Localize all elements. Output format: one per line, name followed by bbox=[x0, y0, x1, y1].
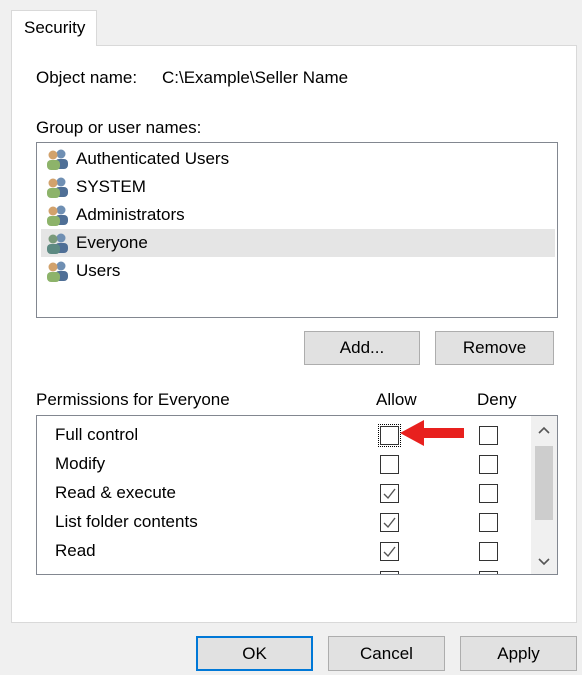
scrollbar-thumb[interactable] bbox=[535, 446, 553, 520]
next-row-deny-checkbox-partial bbox=[479, 571, 498, 574]
remove-button[interactable]: Remove bbox=[435, 331, 554, 365]
cancel-button[interactable]: Cancel bbox=[328, 636, 445, 671]
allow-column-header: Allow bbox=[376, 390, 417, 409]
next-row-allow-checkbox-partial bbox=[380, 571, 399, 574]
users-icon bbox=[44, 204, 72, 226]
full-control-deny-checkbox[interactable] bbox=[479, 426, 498, 445]
list-item-label: Authenticated Users bbox=[76, 149, 230, 168]
ok-button[interactable]: OK bbox=[196, 636, 313, 671]
deny-column-header: Deny bbox=[477, 390, 517, 409]
chevron-down-icon[interactable] bbox=[537, 554, 551, 568]
list-folder-contents-allow-checkbox[interactable] bbox=[380, 513, 399, 532]
chevron-up-icon[interactable] bbox=[537, 424, 551, 438]
red-arrow-annotation-icon bbox=[400, 420, 464, 446]
permission-label: Read & execute bbox=[55, 483, 176, 502]
tab-security-label: Security bbox=[24, 18, 86, 37]
users-icon bbox=[44, 232, 72, 254]
permission-label: List folder contents bbox=[55, 512, 198, 531]
full-control-allow-checkbox[interactable] bbox=[378, 424, 401, 447]
users-icon bbox=[44, 260, 72, 282]
list-item-everyone[interactable]: Everyone bbox=[41, 229, 555, 257]
read-deny-checkbox[interactable] bbox=[479, 542, 498, 561]
permission-label: Read bbox=[55, 541, 96, 560]
permission-row-modify: Modify bbox=[37, 450, 527, 479]
tab-security[interactable]: Security bbox=[11, 10, 97, 46]
group-user-listbox[interactable]: Authenticated Users SYSTEM Administrator… bbox=[36, 142, 558, 318]
modify-deny-checkbox[interactable] bbox=[479, 455, 498, 474]
list-item-users[interactable]: Users bbox=[41, 257, 555, 285]
permission-label: Full control bbox=[55, 425, 139, 444]
permission-row-read: Read bbox=[37, 537, 527, 566]
object-name-label: Object name: bbox=[36, 68, 138, 87]
add-button[interactable]: Add... bbox=[304, 331, 420, 365]
read-allow-checkbox[interactable] bbox=[380, 542, 399, 561]
read-execute-deny-checkbox[interactable] bbox=[479, 484, 498, 503]
group-list-label: Group or user names: bbox=[36, 118, 202, 137]
users-icon bbox=[44, 176, 72, 198]
list-item-label: Everyone bbox=[76, 233, 148, 252]
permissions-label: Permissions for Everyone bbox=[36, 390, 230, 409]
permission-row-list-folder-contents: List folder contents bbox=[37, 508, 527, 537]
list-item-administrators[interactable]: Administrators bbox=[41, 201, 555, 229]
permission-label: Modify bbox=[55, 454, 106, 473]
list-folder-contents-deny-checkbox[interactable] bbox=[479, 513, 498, 532]
permission-row-read-execute: Read & execute bbox=[37, 479, 527, 508]
checkmark-icon bbox=[383, 488, 396, 500]
list-item-authenticated-users[interactable]: Authenticated Users bbox=[41, 145, 555, 173]
users-icon bbox=[44, 148, 72, 170]
list-item-label: Users bbox=[76, 261, 121, 280]
read-execute-allow-checkbox[interactable] bbox=[380, 484, 399, 503]
modify-allow-checkbox[interactable] bbox=[380, 455, 399, 474]
list-item-label: SYSTEM bbox=[76, 177, 146, 196]
object-name-value: C:\Example\Seller Name bbox=[162, 68, 349, 87]
apply-button[interactable]: Apply bbox=[460, 636, 577, 671]
checkmark-icon bbox=[383, 517, 396, 529]
list-item-system[interactable]: SYSTEM bbox=[41, 173, 555, 201]
list-item-label: Administrators bbox=[76, 205, 185, 224]
checkmark-icon bbox=[383, 546, 396, 558]
permissions-listbox[interactable]: Full control Modify Read & execute List … bbox=[36, 415, 558, 575]
permissions-scrollbar[interactable] bbox=[531, 416, 557, 574]
